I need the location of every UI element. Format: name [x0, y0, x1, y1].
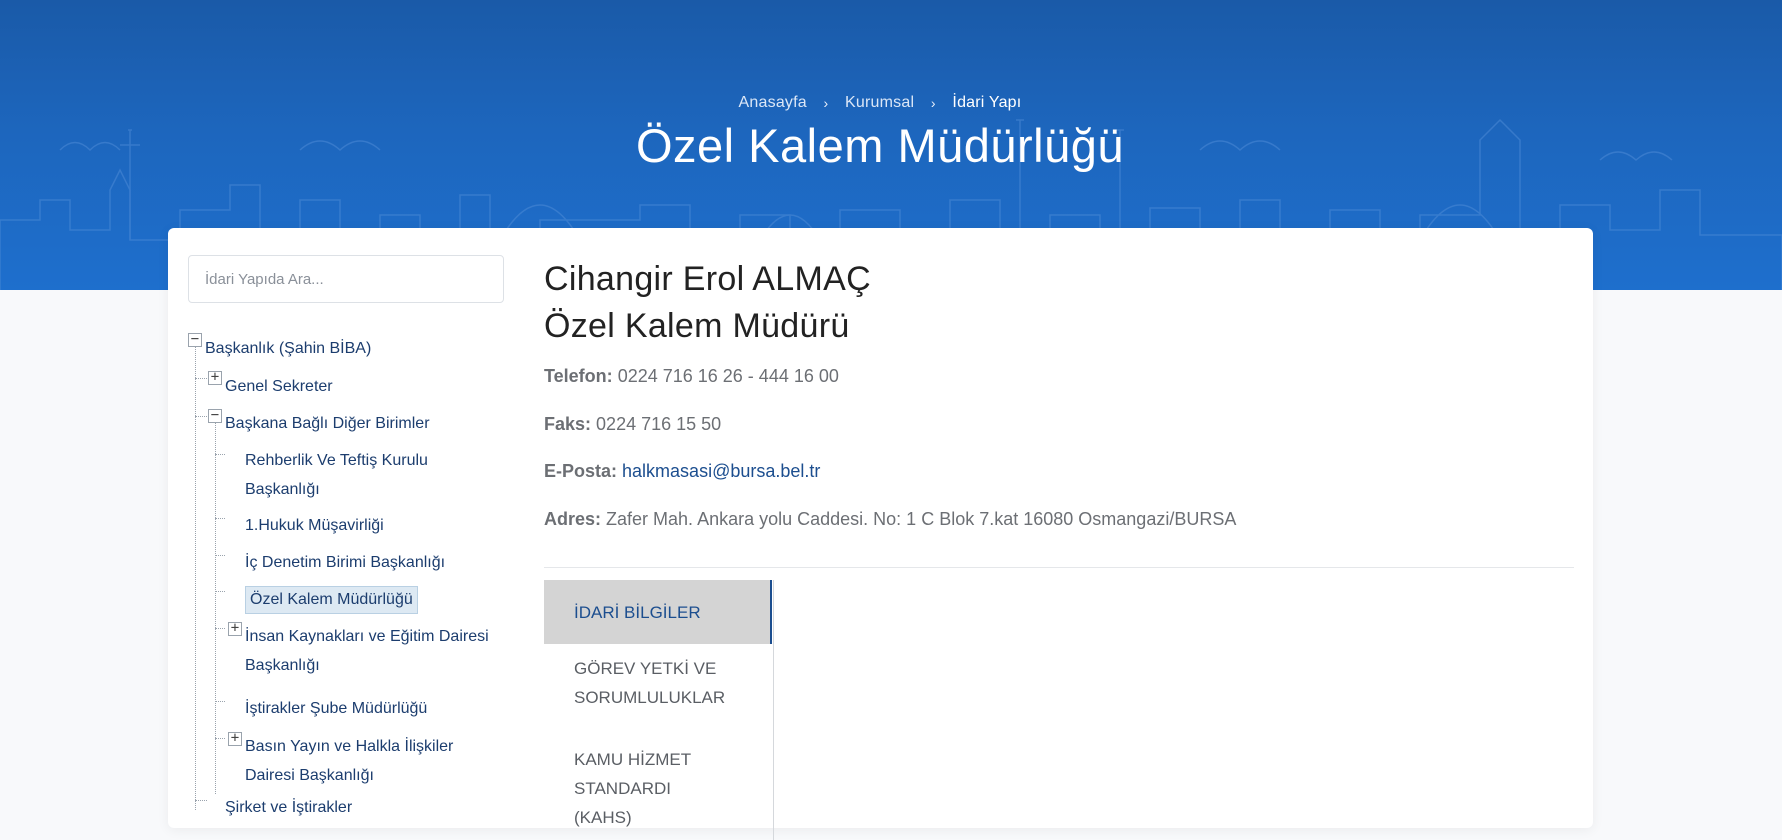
- tree-node-insan-kaynaklari[interactable]: Başkanlığı: [245, 651, 320, 680]
- tab-idari-bilgiler[interactable]: İDARİ BİLGİLER: [544, 580, 772, 644]
- content-card: − + − + + Başkanlık (Şahin BİBA) Genel S…: [168, 228, 1593, 840]
- person-name: Cihangir Erol ALMAÇ: [544, 260, 871, 298]
- email-row: E-Posta: halkmasasi@bursa.bel.tr: [544, 461, 820, 482]
- page-title: Özel Kalem Müdürlüğü: [635, 119, 1125, 172]
- minus-box-icon[interactable]: −: [188, 332, 202, 347]
- tree-connector: [215, 591, 225, 592]
- tree-node-rehberlik[interactable]: Rehberlik Ve Teftiş Kurulu: [245, 446, 428, 475]
- tree-node-baskanlik[interactable]: Başkanlık (Şahin BİBA): [205, 334, 371, 363]
- tree-node-rehberlik[interactable]: Başkanlığı: [245, 475, 320, 504]
- tree-connector: [195, 340, 196, 810]
- tree-node-istirakler-sube[interactable]: İştirakler Şube Müdürlüğü: [245, 694, 427, 723]
- fax-label: Faks:: [544, 414, 592, 434]
- tree-node-genel-sekreter[interactable]: Genel Sekreter: [225, 372, 333, 401]
- org-tree: − + − + + Başkanlık (Şahin BİBA) Genel S…: [188, 228, 508, 828]
- address-label: Adres:: [544, 509, 602, 529]
- tree-connector: [215, 454, 225, 455]
- address-value: Zafer Mah. Ankara yolu Caddesi. No: 1 C …: [606, 509, 1237, 529]
- tree-connector: [215, 701, 225, 702]
- tree-connector: [195, 800, 207, 801]
- fax-value: 0224 716 15 50: [596, 414, 722, 434]
- phone-row: Telefon: 0224 716 16 26 - 444 16 00: [544, 366, 839, 387]
- email-link[interactable]: halkmasasi@bursa.bel.tr: [622, 461, 820, 481]
- phone-label: Telefon:: [544, 366, 613, 386]
- chevron-right-icon: ›: [823, 95, 829, 111]
- tree-connector: [195, 378, 207, 379]
- tree-node-ozel-kalem[interactable]: Özel Kalem Müdürlüğü: [245, 586, 418, 614]
- tree-node-hukuk[interactable]: 1.Hukuk Müşavirliği: [245, 511, 384, 540]
- email-label: E-Posta:: [544, 461, 618, 481]
- tree-connector: [215, 414, 216, 794]
- tree-node-basin-yayin[interactable]: Dairesi Başkanlığı: [245, 761, 374, 790]
- info-tabs: İDARİ BİLGİLER GÖREV YETKİ VE SORUMLULUK…: [544, 580, 774, 840]
- tree-node-basin-yayin[interactable]: Basın Yayın ve Halkla İlişkiler: [245, 732, 453, 761]
- phone-value: 0224 716 16 26 - 444 16 00: [617, 366, 839, 386]
- breadcrumb-current: İdari Yapı: [952, 94, 1022, 111]
- tab-label: SORUMLULUKLAR: [574, 688, 726, 707]
- tab-label: İDARİ BİLGİLER: [574, 603, 701, 622]
- tree-connector: [215, 518, 225, 519]
- tree-connector: [215, 738, 225, 739]
- tree-node-baskana-bagli[interactable]: Başkana Bağlı Diğer Birimler: [225, 409, 430, 438]
- plus-box-icon[interactable]: +: [228, 731, 242, 746]
- tab-label: (KAHS): [574, 808, 632, 827]
- breadcrumb: Anasayfa › Kurumsal › İdari Yapı: [0, 94, 1760, 112]
- tab-label: GÖREV YETKİ VE: [574, 659, 717, 678]
- tree-connector: [195, 416, 207, 417]
- tree-node-sirket-istirakler[interactable]: Şirket ve İştirakler: [225, 793, 352, 822]
- fax-row: Faks: 0224 716 15 50: [544, 414, 721, 435]
- person-block: Cihangir Erol ALMAÇ Özel Kalem Müdürü: [544, 256, 871, 350]
- person-role: Özel Kalem Müdürü: [544, 307, 850, 345]
- breadcrumb-home-link[interactable]: Anasayfa: [739, 94, 807, 112]
- tab-gorev-yetki[interactable]: GÖREV YETKİ VE SORUMLULUKLAR: [544, 654, 772, 734]
- tab-label: STANDARDI: [574, 779, 671, 798]
- plus-box-icon[interactable]: +: [228, 621, 242, 636]
- tree-node-insan-kaynaklari[interactable]: İnsan Kaynakları ve Eğitim Dairesi: [245, 622, 489, 651]
- tab-label: KAMU HİZMET: [574, 750, 692, 769]
- breadcrumb-section-link[interactable]: Kurumsal: [845, 94, 914, 112]
- divider: [544, 567, 1574, 568]
- chevron-right-icon: ›: [930, 95, 936, 111]
- minus-box-icon[interactable]: −: [208, 408, 222, 423]
- tree-connector: [215, 628, 225, 629]
- tree-connector: [215, 555, 225, 556]
- tab-kamu-hizmet[interactable]: KAMU HİZMET STANDARDI (KAHS): [544, 745, 772, 840]
- plus-box-icon[interactable]: +: [208, 370, 222, 385]
- tree-node-ic-denetim[interactable]: İç Denetim Birimi Başkanlığı: [245, 548, 445, 577]
- address-row: Adres: Zafer Mah. Ankara yolu Caddesi. N…: [544, 509, 1236, 530]
